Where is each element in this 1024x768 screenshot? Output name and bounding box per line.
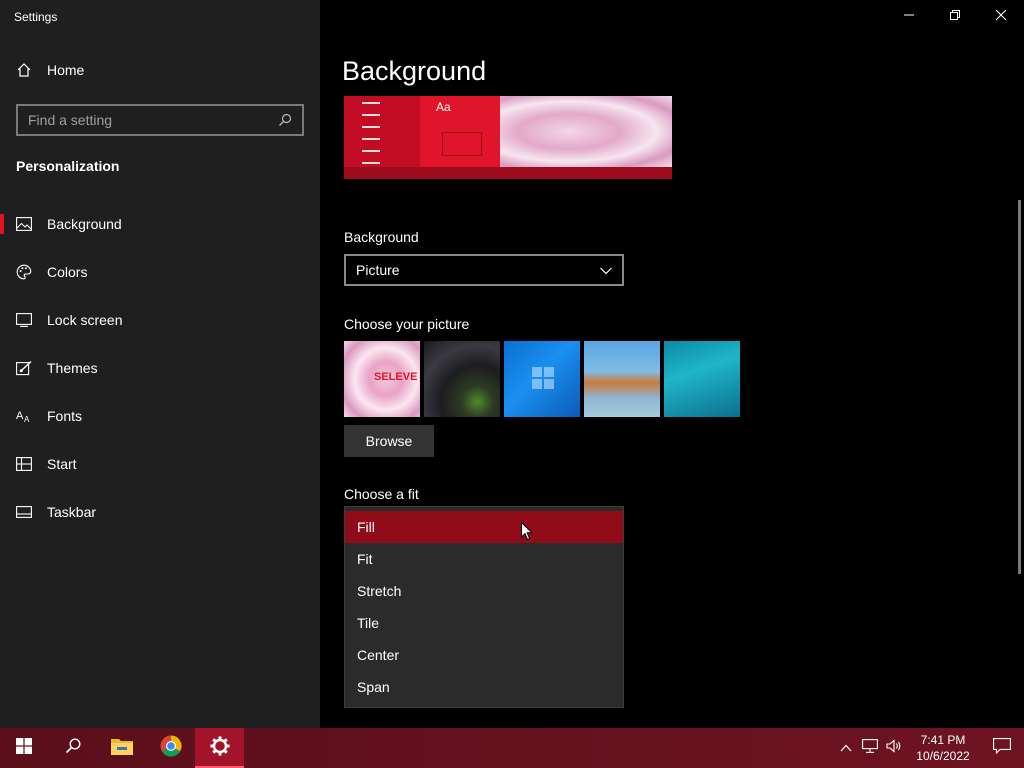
scrollbar[interactable] [1018,200,1021,574]
sidebar-item-label: Themes [47,360,98,376]
window-controls [886,0,1024,32]
search-icon[interactable] [278,113,292,127]
fit-option-span[interactable]: Span [345,671,623,703]
picture-thumbnail[interactable] [424,341,500,417]
home-link[interactable]: Home [16,62,84,78]
background-type-value: Picture [356,262,400,278]
sidebar-item-label: Taskbar [47,504,97,520]
sidebar-item-colors[interactable]: Colors [0,248,320,296]
chrome-icon [160,735,182,762]
svg-text:A: A [24,415,30,423]
picture-thumbnail[interactable] [504,341,580,417]
fit-option-tile[interactable]: Tile [345,607,623,639]
sidebar-item-label: Fonts [47,408,83,424]
picture-thumbnails: SELEVE [344,341,740,417]
file-explorer-icon [110,737,133,760]
preview-sample-text: Aa [436,100,451,114]
system-tray: 7:41 PM 10/6/2022 [834,728,1024,768]
fit-option-stretch[interactable]: Stretch [345,575,623,607]
background-type-dropdown[interactable]: Picture [344,254,624,286]
preview-taskbar [344,167,672,179]
sidebar-item-label: Colors [47,264,88,280]
home-icon [16,62,32,78]
notification-icon [993,737,1011,759]
sidebar: Settings Home Personalization Background… [0,0,320,728]
sidebar-item-lock-screen[interactable]: Lock screen [0,296,320,344]
fit-dropdown-list: Fill Fit Stretch Tile Center Span [344,506,624,708]
windows-start-icon [16,737,32,759]
minimize-button[interactable] [886,0,932,32]
close-button[interactable] [978,0,1024,32]
taskbar-icon [16,504,32,520]
lock-screen-icon [16,312,32,328]
sidebar-item-label: Background [47,216,122,232]
app-title: Settings [14,10,58,24]
fit-option-center[interactable]: Center [345,639,623,671]
sidebar-item-themes[interactable]: Themes [0,344,320,392]
restore-icon [950,7,960,25]
sidebar-item-label: Lock screen [47,312,123,328]
action-center-button[interactable] [980,728,1024,768]
start-button[interactable] [0,728,48,768]
network-icon [862,738,878,758]
network-button[interactable] [858,728,882,768]
search-icon [65,737,81,759]
home-label: Home [47,62,85,78]
preview-start-menu [344,96,420,167]
picture-icon [16,216,32,232]
chrome-button[interactable] [146,728,195,768]
minimize-icon [904,7,914,25]
background-label: Background [344,229,419,245]
settings-app-button[interactable] [195,728,244,768]
taskbar-search-button[interactable] [48,728,97,768]
preview-window [420,96,500,167]
section-title: Personalization [16,158,120,174]
close-icon [995,7,1007,25]
choose-picture-label: Choose your picture [344,316,470,332]
active-indicator [0,214,4,234]
preview-wallpaper [500,96,672,167]
search-box[interactable] [16,104,304,136]
font-icon: AA [16,408,32,424]
settings-gear-icon [210,736,230,761]
taskbar: 7:41 PM 10/6/2022 [0,728,1024,768]
fit-option-fill[interactable]: Fill [345,511,623,543]
sidebar-nav: Background Colors Lock screen Themes AA … [0,200,320,536]
clock-date: 10/6/2022 [916,749,970,763]
browse-button[interactable]: Browse [344,425,434,457]
palette-icon [16,264,32,280]
picture-thumbnail[interactable]: SELEVE [344,341,420,417]
chevron-down-icon [600,262,612,278]
show-hidden-icons-button[interactable] [834,728,858,768]
start-icon [16,456,32,472]
volume-button[interactable] [882,728,906,768]
clock-time: 7:41 PM [920,733,966,747]
background-preview: Aa [344,96,672,179]
page-title: Background [342,56,487,86]
chevron-up-icon [840,739,852,757]
sidebar-item-label: Start [47,456,77,472]
volume-icon [886,738,902,758]
clock[interactable]: 7:41 PM 10/6/2022 [910,732,976,764]
sidebar-item-taskbar[interactable]: Taskbar [0,488,320,536]
windows-logo-icon [532,367,554,389]
sidebar-item-fonts[interactable]: AA Fonts [0,392,320,440]
svg-text:A: A [16,410,24,422]
restore-button[interactable] [932,0,978,32]
picture-thumbnail[interactable] [584,341,660,417]
file-explorer-button[interactable] [97,728,146,768]
picture-thumbnail[interactable] [664,341,740,417]
mouse-cursor-icon [521,521,534,546]
sidebar-item-background[interactable]: Background [0,200,320,248]
sidebar-item-start[interactable]: Start [0,440,320,488]
choose-fit-label: Choose a fit [344,486,419,502]
fit-option-fit[interactable]: Fit [345,543,623,575]
search-input[interactable] [28,112,278,128]
brush-icon [16,360,32,376]
